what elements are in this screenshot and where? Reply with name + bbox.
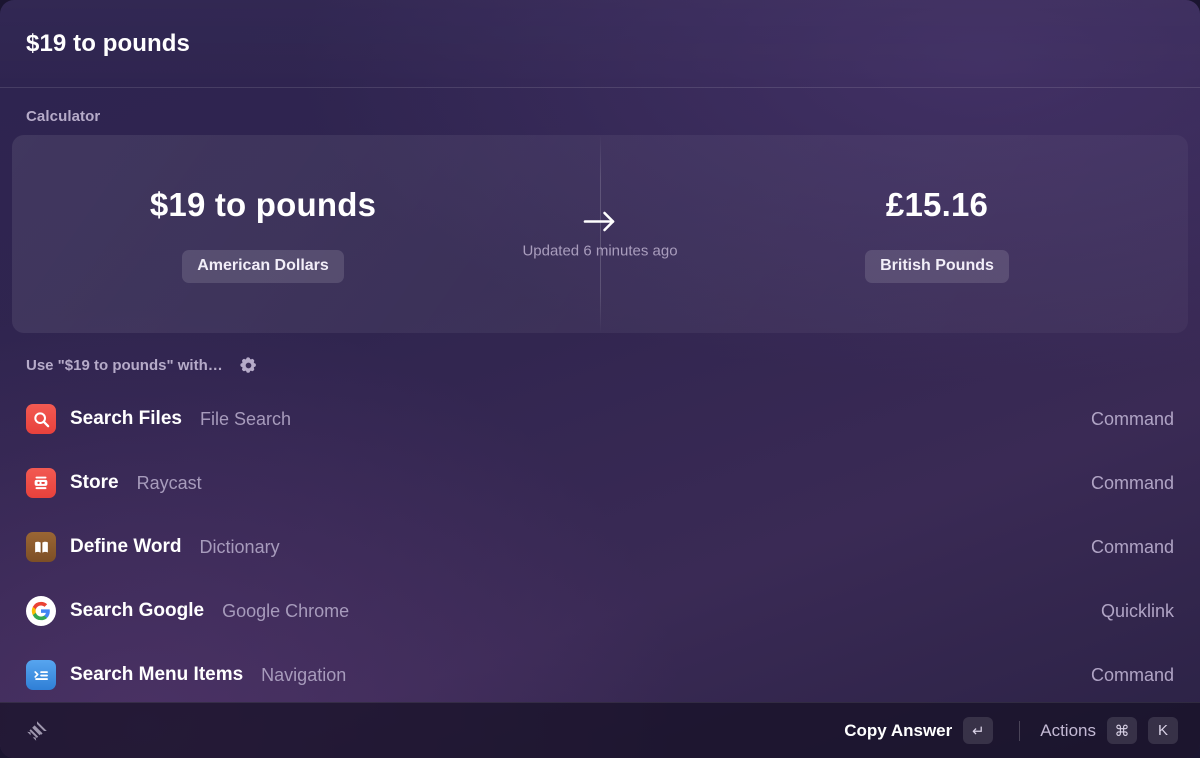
google-logo-icon xyxy=(26,596,56,626)
list-item-subtitle: Raycast xyxy=(136,472,202,493)
dictionary-book-icon xyxy=(26,532,56,562)
list-item-subtitle: Navigation xyxy=(261,664,347,685)
use-with-label: Use "$19 to pounds" with… xyxy=(26,356,223,374)
list-item-accessory: Quicklink xyxy=(1100,600,1174,621)
actions-label: Actions xyxy=(1040,720,1096,740)
list-item-accessory: Command xyxy=(1090,408,1174,429)
list-item-accessory: Command xyxy=(1090,664,1174,685)
list-item-accessory: Command xyxy=(1090,472,1174,493)
actions-menu-action[interactable]: Actions ⌘ K xyxy=(1040,717,1178,744)
menu-items-icon xyxy=(26,660,56,690)
list-item-subtitle: Dictionary xyxy=(199,536,280,557)
list-item-accessory: Command xyxy=(1090,536,1174,557)
search-input[interactable] xyxy=(26,29,1174,58)
search-bar xyxy=(0,0,1200,88)
list-item-title: Define Word xyxy=(70,536,182,557)
gear-icon[interactable] xyxy=(239,355,259,375)
section-title: Calculator xyxy=(26,108,101,125)
copy-answer-label: Copy Answer xyxy=(844,720,953,740)
k-key-badge: K xyxy=(1148,717,1178,744)
conversion-from: $19 to pounds American Dollars xyxy=(12,135,600,333)
calculator-card[interactable]: $19 to pounds American Dollars £15.16 Br… xyxy=(12,135,1188,333)
copy-answer-action[interactable]: Copy Answer ↵ xyxy=(844,717,994,744)
search-files-icon xyxy=(26,404,56,434)
conversion-to: £15.16 British Pounds xyxy=(600,135,1188,333)
list-item[interactable]: Search Menu Items Navigation Command xyxy=(26,643,1174,702)
list-item[interactable]: Search Google Google Chrome Quicklink xyxy=(26,579,1174,643)
enter-key-badge: ↵ xyxy=(963,717,994,744)
list-item[interactable]: Search Files File Search Command xyxy=(26,387,1174,451)
list-item[interactable]: Store Raycast Command xyxy=(26,451,1174,515)
list-item-title: Search Google xyxy=(70,600,205,621)
list-item[interactable]: Define Word Dictionary Command xyxy=(26,515,1174,579)
results-list: Search Files File Search Command Store R… xyxy=(0,387,1200,702)
to-value: £15.16 xyxy=(885,185,989,223)
command-key-badge: ⌘ xyxy=(1107,717,1137,744)
footer-bar: Copy Answer ↵ Actions ⌘ K xyxy=(0,702,1200,758)
list-item-title: Search Menu Items xyxy=(70,664,244,685)
to-currency-pill: British Pounds xyxy=(865,249,1009,283)
from-currency-pill: American Dollars xyxy=(182,249,344,283)
raycast-window: Calculator $19 to pounds American Dollar… xyxy=(0,0,1200,758)
raycast-logo-icon[interactable] xyxy=(22,716,52,746)
list-item-subtitle: Google Chrome xyxy=(222,600,350,621)
raycast-store-icon xyxy=(26,468,56,498)
footer-divider xyxy=(1019,720,1021,741)
use-with-header: Use "$19 to pounds" with… xyxy=(0,333,1200,387)
results-body: Calculator $19 to pounds American Dollar… xyxy=(0,88,1200,702)
list-item-title: Search Files xyxy=(70,408,182,429)
list-item-title: Store xyxy=(70,472,119,493)
from-value: $19 to pounds xyxy=(149,185,377,223)
list-item-subtitle: File Search xyxy=(199,408,291,429)
